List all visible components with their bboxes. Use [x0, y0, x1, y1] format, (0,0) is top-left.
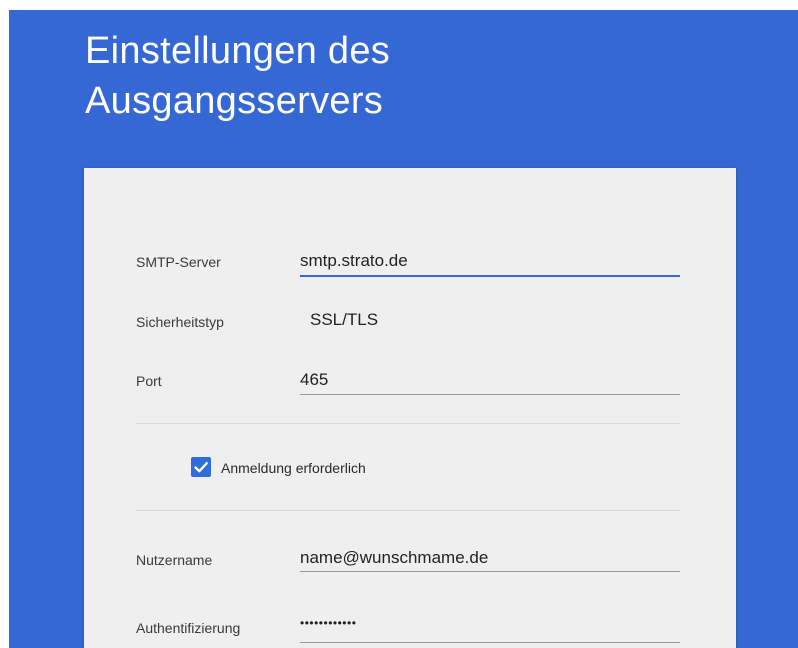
port-field[interactable]: 465	[300, 370, 328, 390]
login-required-checkbox[interactable]	[191, 457, 211, 477]
smtp-server-underline	[300, 275, 680, 277]
app-screen: Einstellungen des Ausgangsservers SMTP-S…	[9, 10, 798, 648]
username-label: Nutzername	[136, 552, 213, 568]
smtp-server-label: SMTP-Server	[136, 254, 221, 270]
port-label: Port	[136, 373, 162, 389]
checkmark-icon	[194, 462, 208, 473]
password-field[interactable]: ••••••••••••	[300, 616, 356, 630]
security-type-select[interactable]: SSL/TLS	[310, 310, 378, 330]
port-underline	[300, 394, 680, 395]
section-divider	[136, 510, 680, 511]
username-field[interactable]: name@wunschmame.de	[300, 548, 488, 568]
smtp-server-field[interactable]: smtp.strato.de	[300, 251, 408, 271]
section-divider	[136, 423, 680, 424]
page-title-line-1: Einstellungen des	[85, 30, 391, 72]
login-required-label[interactable]: Anmeldung erforderlich	[221, 460, 366, 476]
username-underline	[300, 571, 680, 572]
security-type-label: Sicherheitstyp	[136, 314, 224, 330]
page-title-line-2: Ausgangsservers	[85, 80, 384, 122]
settings-card: SMTP-Server smtp.strato.de Sicherheitsty…	[84, 168, 736, 648]
authentication-label: Authentifizierung	[136, 620, 241, 636]
password-underline	[300, 642, 680, 643]
page-title: Einstellungen des Ausgangsservers	[85, 26, 390, 126]
